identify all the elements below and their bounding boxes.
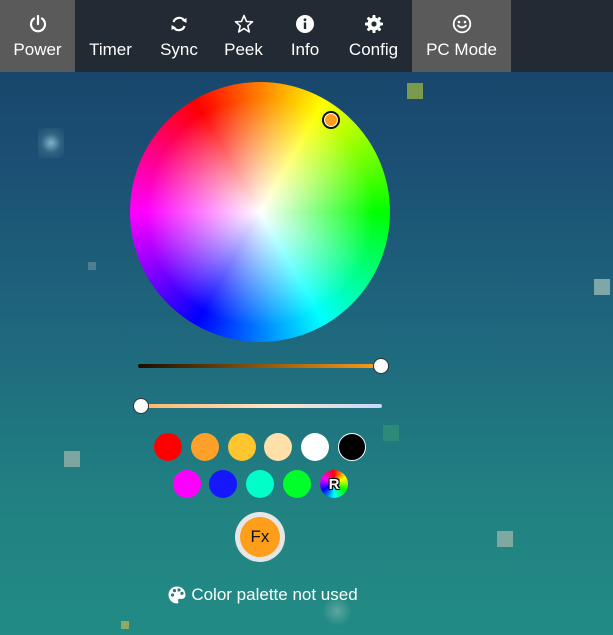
random-color-button[interactable]: R	[320, 470, 348, 498]
quick-color-red[interactable]	[154, 433, 182, 461]
quick-color-magenta[interactable]	[173, 470, 201, 498]
tab-info-label: Info	[290, 40, 320, 59]
brightness-slider[interactable]	[138, 364, 382, 368]
quick-color-blue[interactable]	[209, 470, 237, 498]
moon-icon	[100, 13, 122, 35]
quick-color-cream[interactable]	[264, 433, 292, 461]
palette-status: Color palette not used	[0, 585, 525, 605]
tab-timer[interactable]: Timer	[75, 0, 146, 72]
sync-icon	[168, 13, 190, 35]
background-particle	[407, 83, 423, 99]
tab-info[interactable]: Info	[275, 0, 335, 72]
tab-pc-mode-label: PC Mode	[426, 40, 497, 59]
tab-peek-label: Peek	[224, 40, 263, 59]
tab-config-label: Config	[348, 40, 399, 59]
tab-config[interactable]: Config	[335, 0, 412, 72]
background-particle	[383, 425, 399, 441]
quick-color-orange[interactable]	[191, 433, 219, 461]
background-particle	[121, 621, 129, 629]
quick-color-black[interactable]	[338, 433, 366, 461]
info-icon	[294, 13, 316, 35]
white-slider-knob[interactable]	[133, 398, 149, 414]
tab-power-label: Power	[13, 40, 62, 59]
background-particle	[88, 262, 96, 270]
quick-color-yellow[interactable]	[228, 433, 256, 461]
tab-pc-mode[interactable]: PC Mode	[412, 0, 511, 72]
tab-power[interactable]: Power	[0, 0, 75, 72]
tab-sync[interactable]: Sync	[146, 0, 212, 72]
star-icon	[233, 13, 255, 35]
quick-color-aqua[interactable]	[246, 470, 274, 498]
gear-icon	[363, 13, 385, 35]
quick-color-white[interactable]	[301, 433, 329, 461]
color-wheel[interactable]	[130, 82, 390, 342]
top-nav-bar: Power Timer Sync Peek Info Config PC Mod…	[0, 0, 613, 72]
color-wheel-handle[interactable]	[322, 111, 340, 129]
tab-peek[interactable]: Peek	[212, 0, 275, 72]
effects-button[interactable]: Fx	[235, 512, 285, 562]
background-particle	[64, 451, 80, 467]
palette-icon	[167, 585, 187, 605]
tab-timer-label: Timer	[89, 40, 132, 59]
background-particle	[594, 279, 610, 295]
tab-sync-label: Sync	[160, 40, 198, 59]
effects-button-face: Fx	[240, 517, 280, 557]
background-particle	[497, 531, 513, 547]
brightness-slider-knob[interactable]	[373, 358, 389, 374]
background-particle	[38, 128, 64, 158]
palette-status-text: Color palette not used	[191, 585, 358, 604]
random-color-label: R	[328, 475, 340, 493]
smiley-icon	[451, 13, 473, 35]
white-slider[interactable]	[138, 404, 382, 408]
power-icon	[27, 13, 49, 35]
quick-color-green[interactable]	[283, 470, 311, 498]
effects-button-label: Fx	[250, 527, 270, 546]
